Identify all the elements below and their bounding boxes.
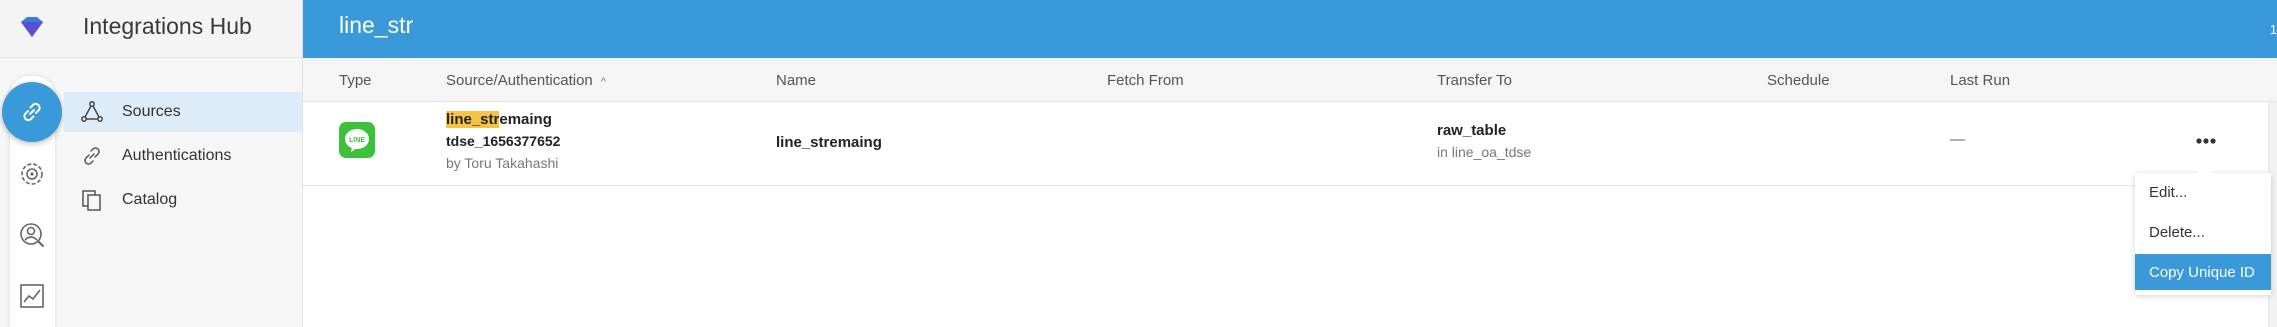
link-icon (78, 142, 106, 170)
column-header-fetch-from: Fetch From (1107, 72, 1184, 89)
menu-item-copy-unique-id[interactable]: Copy Unique ID (2135, 254, 2271, 290)
search-highlight: line_str (446, 111, 500, 128)
line-logo-text: LINE (349, 137, 365, 144)
more-horizontal-icon (2196, 138, 2216, 144)
column-header-transfer-to: Transfer To (1437, 72, 1513, 89)
header-trailing-text: 1 (2269, 22, 2277, 37)
source-name-rest: emaing (499, 111, 552, 128)
menu-caret (2197, 165, 2213, 173)
table-row[interactable]: LINE line_stremaing tdse_1656377652 by T… (303, 102, 2277, 186)
transfer-table: raw_table (1437, 122, 1507, 139)
rail-item-analytics[interactable] (16, 280, 48, 312)
transfer-database: in line_oa_tdse (1437, 144, 1532, 160)
diamond-logo-icon[interactable] (19, 16, 45, 38)
column-header-schedule: Schedule (1767, 72, 1830, 89)
app-header: Integrations Hub (0, 0, 303, 58)
row-actions-menu: Edit... Delete... Copy Unique ID (2135, 165, 2271, 295)
gear-icon (21, 163, 43, 185)
sort-ascending-icon: ^ (600, 76, 606, 88)
documents-icon (78, 186, 106, 214)
chart-icon (20, 284, 44, 308)
nav-item-label: Catalog (122, 191, 178, 208)
rail-item-profiles[interactable] (16, 219, 48, 251)
last-run-value: — (1950, 131, 1965, 148)
more-options-button[interactable] (2193, 132, 2219, 150)
line-logo-icon: LINE (339, 122, 375, 158)
nav-item-catalog[interactable]: Catalog (64, 180, 302, 220)
owner-text: by Toru Takahashi (446, 155, 559, 171)
column-header-source[interactable]: Source/Authentication ^ (446, 72, 606, 89)
column-header-source-label: Source/Authentication (446, 72, 593, 89)
rail-item-settings[interactable] (16, 158, 48, 190)
nav-item-authentications[interactable]: Authentications (64, 136, 302, 176)
link-icon (23, 102, 41, 122)
column-header-last-run: Last Run (1950, 72, 2011, 89)
column-header-name: Name (776, 72, 817, 89)
auth-name[interactable]: tdse_1656377652 (446, 133, 560, 149)
page-header: line_str 1 (303, 0, 2277, 58)
table-header: Type Source/Authentication ^ Name Fetch F… (303, 58, 2277, 102)
menu-item-delete[interactable]: Delete... (2135, 214, 2271, 250)
source-name[interactable]: line_stremaing (446, 111, 552, 128)
integration-name[interactable]: line_stremaing (776, 134, 882, 151)
nav-item-sources[interactable]: Sources (64, 92, 302, 132)
app-title: Integrations Hub (83, 13, 252, 39)
nodes-icon (78, 98, 106, 126)
nav-item-label: Authentications (122, 147, 232, 164)
nav-item-label: Sources (122, 103, 181, 120)
page-title: line_str (339, 12, 414, 38)
menu-item-edit[interactable]: Edit... (2135, 174, 2271, 210)
rail-item-integrations[interactable] (2, 82, 62, 142)
user-search-icon (20, 223, 44, 247)
column-header-type: Type (339, 72, 372, 89)
app-root: Integrations Hub Sources Authentications… (0, 0, 2277, 327)
